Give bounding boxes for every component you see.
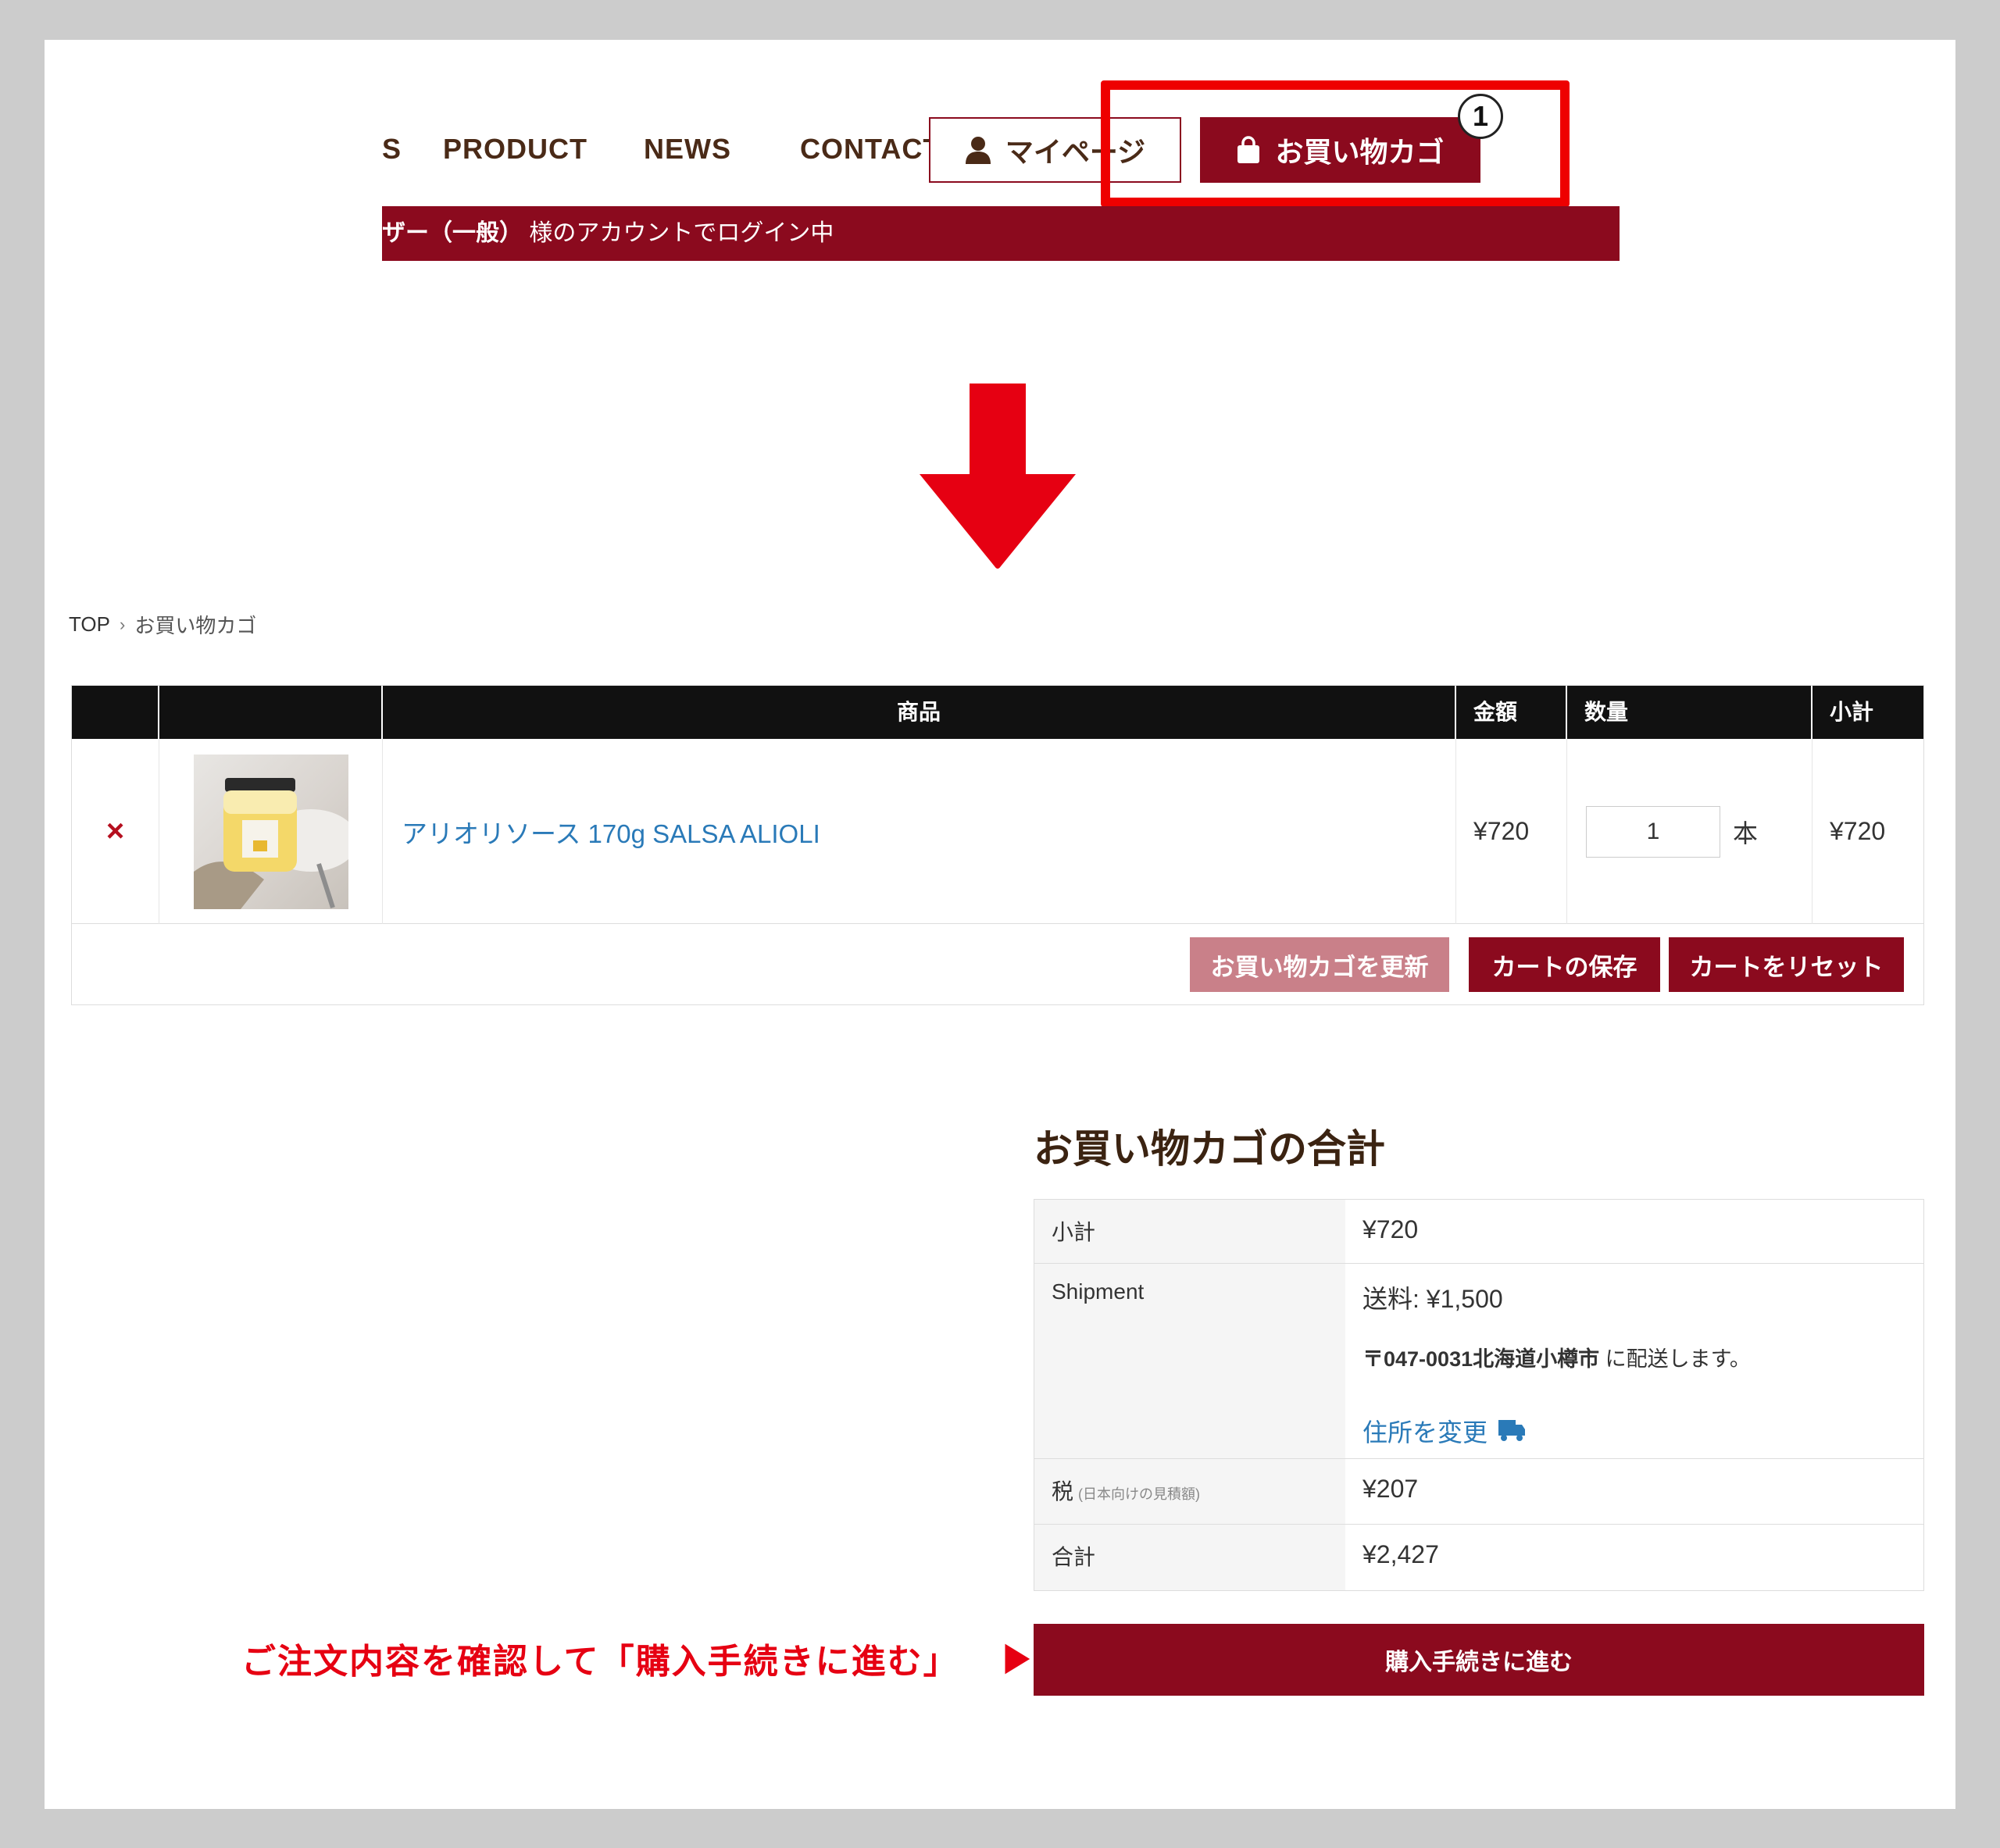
product-thumbnail[interactable]: [193, 754, 348, 909]
cart-button[interactable]: お買い物カゴ: [1200, 117, 1480, 183]
shipment-destination: 〒047-0031北海道小樽市 に配送します。: [1362, 1342, 1906, 1372]
totals-row-subtotal: 小計 ¥720: [1034, 1200, 1923, 1264]
header-subtotal: 小計: [1830, 700, 1874, 724]
truck-icon: [1498, 1420, 1526, 1441]
breadcrumb-home[interactable]: TOP: [69, 612, 110, 637]
price-cell: ¥720: [1456, 739, 1567, 924]
totals-row-total: 合計 ¥2,427: [1034, 1525, 1923, 1590]
header-remove-col: [72, 686, 159, 739]
breadcrumb-separator: ›: [119, 614, 126, 634]
change-address-label: 住所を変更: [1362, 1418, 1488, 1447]
user-icon: [965, 137, 991, 164]
shipment-label: Shipment: [1034, 1264, 1345, 1458]
cart-table: 商品 金額 数量 小計 × アリオリソース 170g SALSA ALIOLI …: [71, 685, 1924, 1005]
shipment-address: 〒047-0031北海道小樽市: [1362, 1347, 1600, 1371]
shipment-fee: 送料: ¥1,500: [1362, 1285, 1503, 1313]
remove-icon[interactable]: ×: [106, 814, 124, 849]
header-quantity: 数量: [1567, 686, 1812, 739]
header-price: 金額: [1456, 686, 1567, 739]
mypage-label: マイページ: [1005, 136, 1146, 168]
tax-note: (日本向けの見積額): [1078, 1486, 1201, 1502]
login-user-name: ザー（一般）: [382, 220, 523, 246]
subtotal-cell: ¥720: [1812, 739, 1925, 924]
login-status-text: 様のアカウントでログイン中: [529, 220, 834, 246]
change-address-link[interactable]: 住所を変更: [1362, 1413, 1906, 1449]
nav-item-contact[interactable]: CONTACT: [800, 114, 941, 184]
step-number-badge: 1: [1458, 94, 1503, 139]
checkout-instruction: ご注文内容を確認して「購入手続きに進む」: [241, 1643, 959, 1681]
update-cart-button[interactable]: お買い物カゴを更新: [1190, 937, 1449, 992]
subtotal-label: 小計: [1034, 1200, 1345, 1263]
nav-item-partial[interactable]: S: [382, 114, 402, 184]
proceed-to-checkout-button[interactable]: 購入手続きに進む: [1034, 1624, 1924, 1696]
shipment-destination-suffix: に配送します。: [1599, 1347, 1751, 1371]
product-name-cell: アリオリソース 170g SALSA ALIOLI: [383, 739, 1456, 924]
main-navigation: S PRODUCT NEWS CONTACT マイページ お買い物カゴ 1: [382, 94, 1632, 184]
item-price: ¥720: [1473, 817, 1530, 845]
login-status-bar: ザー（一般） 様のアカウントでログイン中: [382, 206, 1620, 261]
shipment-value: 送料: ¥1,500 〒047-0031北海道小樽市 に配送します。 住所を変更: [1345, 1264, 1923, 1458]
cart-totals-title: お買い物カゴの合計: [1034, 1127, 1385, 1171]
thumbnail-cell: [159, 739, 383, 924]
screenshot-canvas: S PRODUCT NEWS CONTACT マイページ お買い物カゴ 1 ザー…: [45, 40, 1955, 1809]
tax-label: 税: [1052, 1479, 1074, 1504]
reset-cart-button[interactable]: カートをリセット: [1669, 937, 1904, 992]
totals-row-shipment: Shipment 送料: ¥1,500 〒047-0031北海道小樽市 に配送し…: [1034, 1264, 1923, 1459]
quantity-unit: 本: [1733, 819, 1759, 847]
tax-value: ¥207: [1362, 1475, 1419, 1503]
product-jar-image: [193, 777, 348, 909]
product-link[interactable]: アリオリソース 170g SALSA ALIOLI: [402, 813, 820, 851]
down-arrow-icon: [920, 384, 1076, 569]
total-label: 合計: [1034, 1525, 1345, 1590]
cart-totals-table: 小計 ¥720 Shipment 送料: ¥1,500 〒047-0031北海道…: [1034, 1199, 1924, 1591]
mypage-button[interactable]: マイページ: [929, 117, 1181, 183]
header-thumbnail-col: [159, 686, 383, 739]
cart-label: お買い物カゴ: [1275, 136, 1445, 168]
quantity-input[interactable]: [1586, 805, 1720, 858]
subtotal-value: ¥720: [1362, 1215, 1419, 1243]
save-cart-button[interactable]: カートの保存: [1469, 937, 1660, 992]
cart-row: × アリオリソース 170g SALSA ALIOLI ¥720 1 本 ¥72…: [72, 739, 1923, 924]
item-subtotal: ¥720: [1830, 817, 1886, 845]
shopping-bag-icon: [1238, 136, 1260, 163]
breadcrumb-current: お買い物カゴ: [134, 614, 257, 637]
tax-label-cell: 税 (日本向けの見積額): [1034, 1459, 1345, 1524]
quantity-cell: 本: [1567, 739, 1812, 924]
cart-actions: お買い物カゴを更新 カートの保存 カートをリセット: [72, 925, 1923, 1004]
nav-item-product[interactable]: PRODUCT: [443, 114, 588, 184]
nav-item-news[interactable]: NEWS: [644, 114, 731, 184]
header-product: 商品: [383, 686, 1456, 739]
remove-cell: ×: [72, 739, 159, 924]
cart-table-header: 商品 金額 数量 小計: [72, 686, 1923, 739]
total-value: ¥2,427: [1362, 1540, 1439, 1568]
totals-row-tax: 税 (日本向けの見積額) ¥207: [1034, 1459, 1923, 1525]
breadcrumb: TOP › お買い物カゴ: [69, 610, 256, 639]
pointer-triangle-icon: [1002, 1639, 1034, 1679]
